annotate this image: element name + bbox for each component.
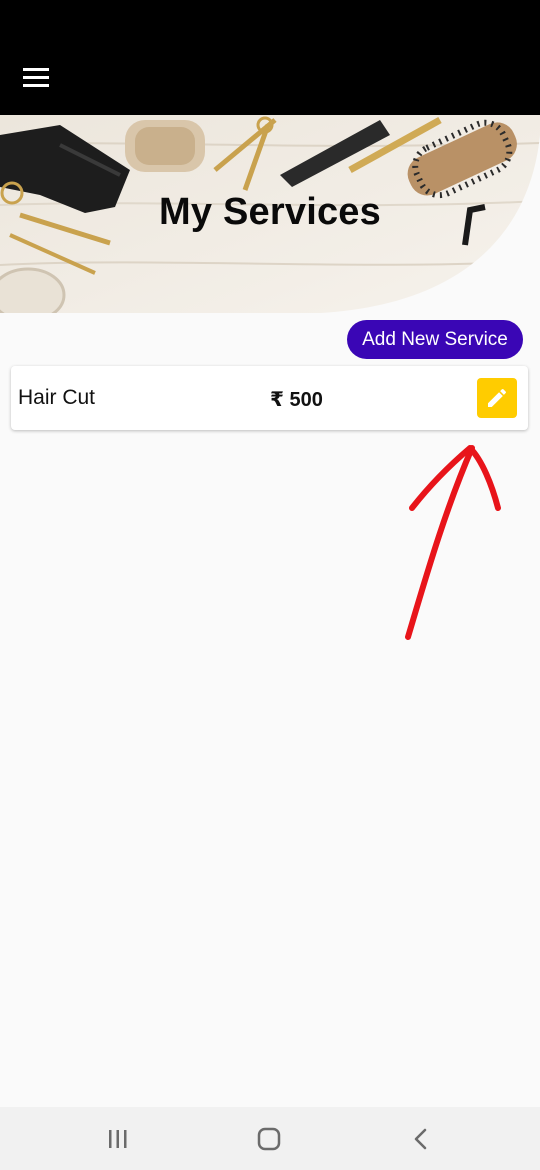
back-button[interactable] [407,1125,435,1153]
home-icon [257,1127,281,1151]
pencil-icon [488,388,507,407]
page-title: My Services [159,191,381,233]
service-price: ₹ 500 [270,389,323,411]
system-navigation-bar [0,1107,540,1170]
recents-icon [109,1130,127,1148]
header-banner: My Services [0,115,540,313]
home-button[interactable] [255,1125,283,1153]
edit-service-button[interactable] [477,378,517,418]
service-list-item: Hair Cut ₹ 500 [11,366,528,430]
annotation-arrow [405,445,501,640]
recents-button[interactable] [104,1125,132,1153]
add-new-service-button[interactable]: Add New Service [347,320,523,359]
hamburger-menu-icon [23,68,49,87]
app-bar [0,0,540,115]
menu-button[interactable] [20,64,52,92]
service-name: Hair Cut [18,386,96,409]
back-icon [414,1128,427,1150]
